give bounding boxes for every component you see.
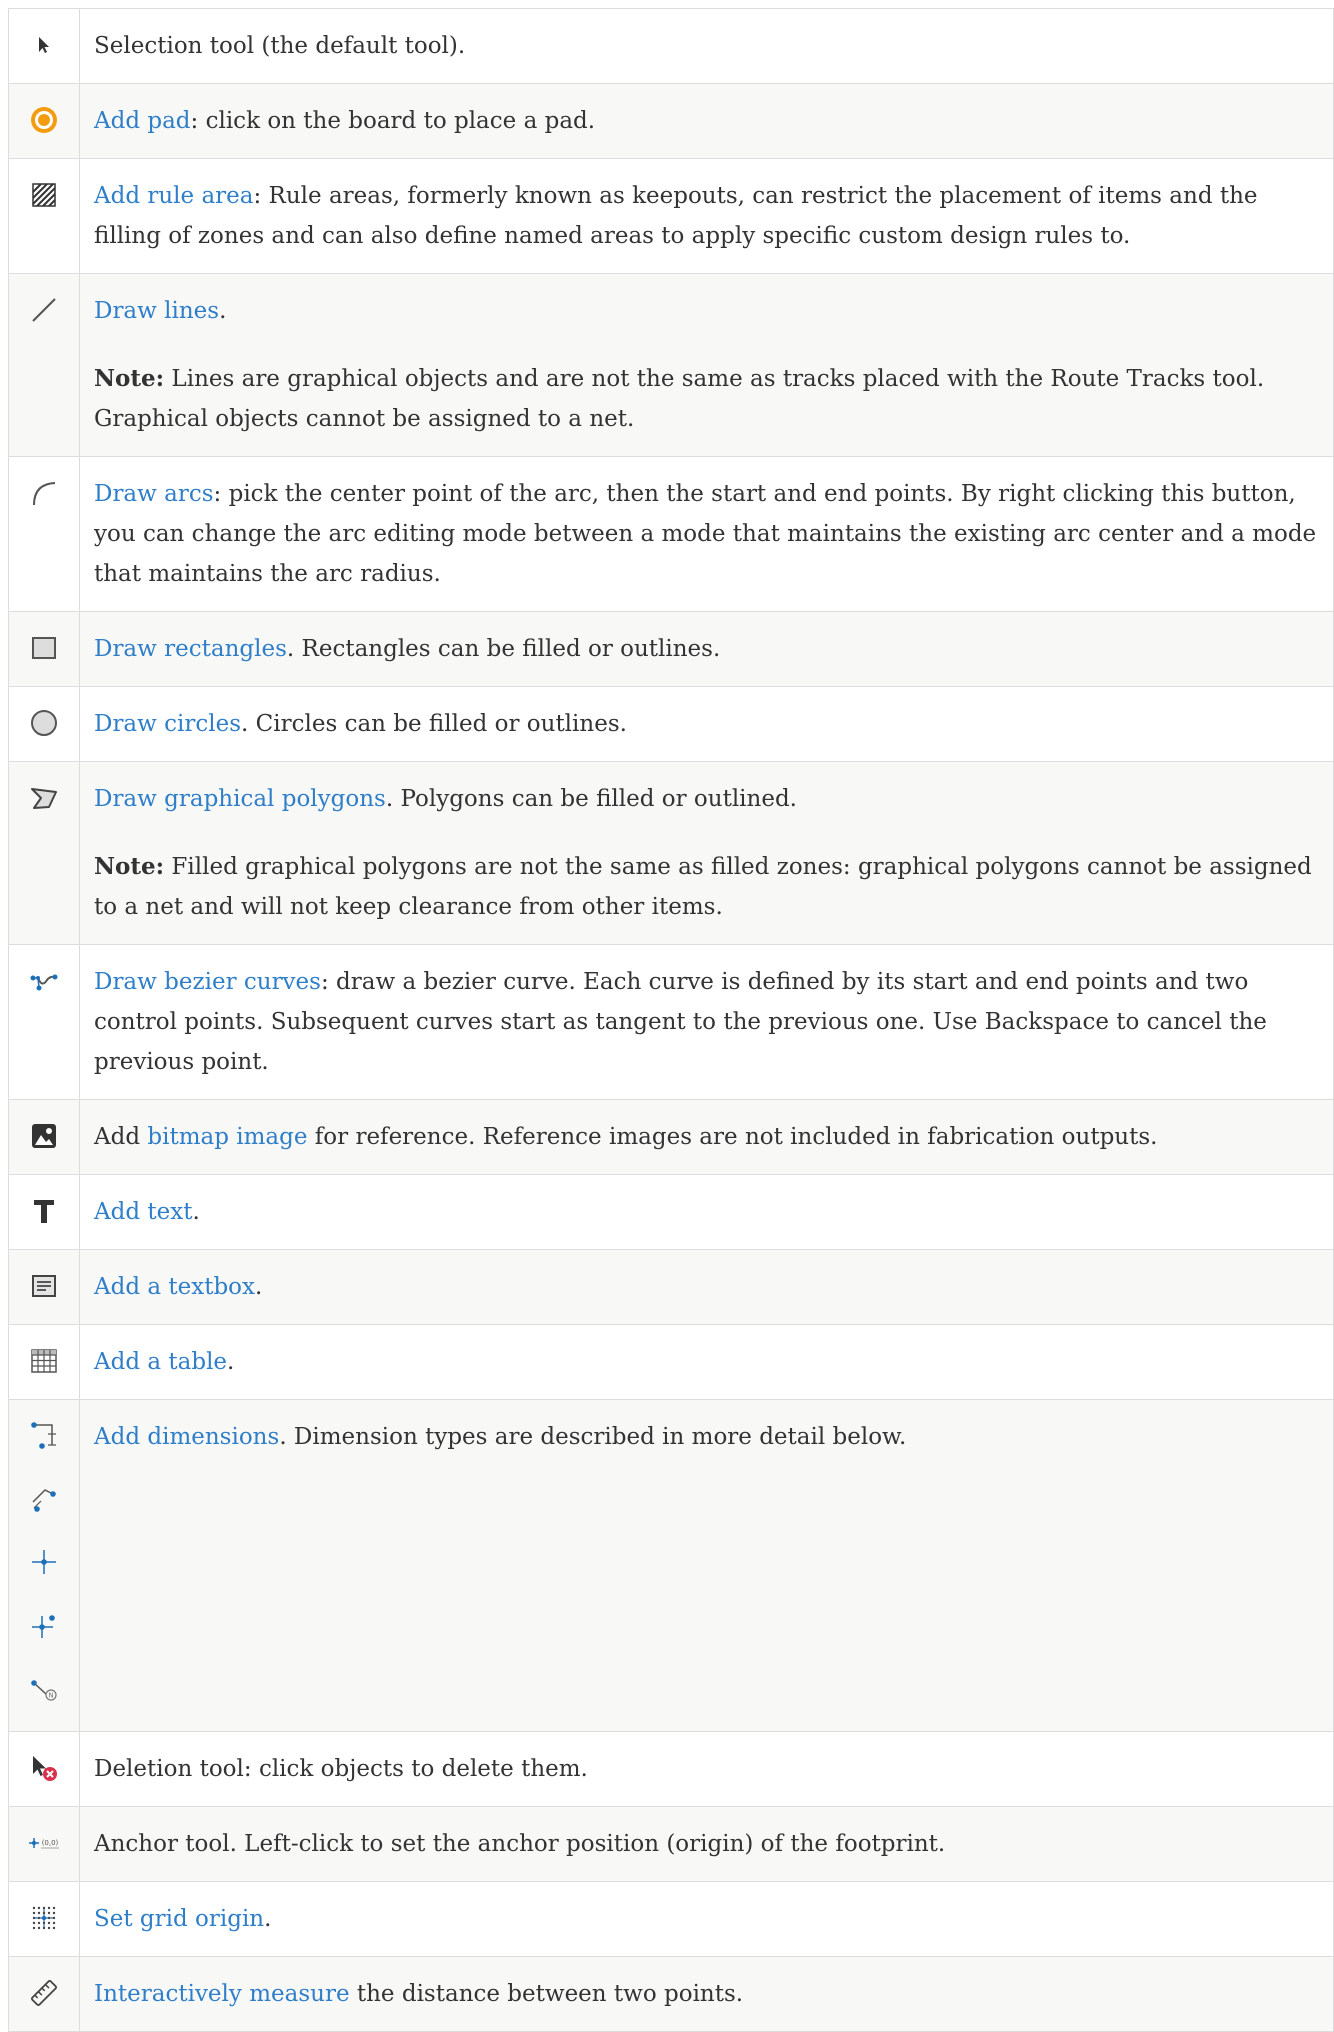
table-row: Add rule area: Rule areas, formerly know… bbox=[8, 158, 1334, 274]
table-row: Deletion tool: click objects to delete t… bbox=[8, 1731, 1334, 1807]
set-grid-origin-link[interactable]: Set grid origin bbox=[94, 1906, 264, 1932]
note-label: Note: bbox=[94, 365, 165, 392]
table-row: Interactively measure the distance betwe… bbox=[8, 1956, 1334, 2032]
table-row: Add pad: click on the board to place a p… bbox=[8, 83, 1334, 159]
add-pad-link[interactable]: Add pad bbox=[94, 108, 191, 134]
orthogonal-dimension-icon bbox=[29, 1416, 59, 1456]
table-row: Draw lines. Note: Lines are graphical ob… bbox=[8, 273, 1334, 457]
table-row: Draw bezier curves: draw a bezier curve.… bbox=[8, 944, 1334, 1100]
table-row: Add text. bbox=[8, 1174, 1334, 1250]
add-rule-area-link[interactable]: Add rule area bbox=[94, 183, 253, 209]
measure-icon bbox=[29, 1973, 59, 2013]
svg-text:N: N bbox=[48, 1692, 53, 1700]
center-dimension-icon bbox=[29, 1542, 59, 1582]
table-row: Add a textbox. bbox=[8, 1249, 1334, 1325]
table-row: (0,0) Anchor tool. Left-click to set the… bbox=[8, 1806, 1334, 1882]
aligned-dimension-icon bbox=[29, 1479, 59, 1519]
table-icon bbox=[29, 1341, 59, 1381]
bezier-icon bbox=[29, 961, 59, 1001]
draw-lines-link[interactable]: Draw lines bbox=[94, 298, 219, 324]
note-label: Note: bbox=[94, 853, 165, 880]
add-textbox-link[interactable]: Add a textbox bbox=[94, 1274, 255, 1300]
svg-text:(0,0): (0,0) bbox=[42, 1839, 59, 1847]
draw-circles-link[interactable]: Draw circles bbox=[94, 711, 241, 737]
add-dimensions-link[interactable]: Add dimensions bbox=[94, 1424, 279, 1450]
image-icon bbox=[29, 1116, 59, 1156]
textbox-icon bbox=[29, 1266, 59, 1306]
text-icon bbox=[29, 1191, 59, 1231]
circle-icon bbox=[29, 703, 59, 743]
draw-arc-icon bbox=[29, 473, 59, 513]
add-text-link[interactable]: Add text bbox=[94, 1199, 192, 1225]
table-row: Selection tool (the default tool). bbox=[8, 8, 1334, 84]
delete-tool-icon bbox=[29, 1748, 59, 1788]
selection-arrow-icon bbox=[34, 25, 54, 65]
table-row: Add a table. bbox=[8, 1324, 1334, 1400]
radial-dimension-icon bbox=[29, 1605, 59, 1645]
rectangle-icon bbox=[29, 628, 59, 668]
draw-line-icon bbox=[29, 290, 59, 330]
table-row: Set grid origin. bbox=[8, 1881, 1334, 1957]
table-row: Add bitmap image for reference. Referenc… bbox=[8, 1099, 1334, 1175]
leader-dimension-icon: N bbox=[29, 1668, 59, 1708]
draw-arcs-link[interactable]: Draw arcs bbox=[94, 481, 214, 507]
bitmap-image-link[interactable]: bitmap image bbox=[147, 1124, 307, 1150]
grid-origin-icon bbox=[29, 1898, 59, 1938]
table-row: N Add dimensions. Dimension types are de… bbox=[8, 1399, 1334, 1732]
draw-bezier-link[interactable]: Draw bezier curves bbox=[94, 969, 321, 995]
toolbar-reference-table: Selection tool (the default tool). Add p… bbox=[8, 8, 1334, 2032]
table-row: Draw arcs: pick the center point of the … bbox=[8, 456, 1334, 612]
draw-polygons-link[interactable]: Draw graphical polygons bbox=[94, 786, 386, 812]
anchor-icon: (0,0) bbox=[26, 1823, 62, 1863]
table-row: Draw rectangles. Rectangles can be fille… bbox=[8, 611, 1334, 687]
table-row: Draw graphical polygons. Polygons can be… bbox=[8, 761, 1334, 945]
polygon-icon bbox=[29, 778, 59, 818]
rule-area-icon bbox=[30, 175, 58, 215]
table-row: Draw circles. Circles can be filled or o… bbox=[8, 686, 1334, 762]
draw-rectangles-link[interactable]: Draw rectangles bbox=[94, 636, 287, 662]
interactively-measure-link[interactable]: Interactively measure bbox=[94, 1981, 350, 2007]
add-table-link[interactable]: Add a table bbox=[94, 1349, 227, 1375]
add-pad-icon bbox=[29, 100, 59, 140]
